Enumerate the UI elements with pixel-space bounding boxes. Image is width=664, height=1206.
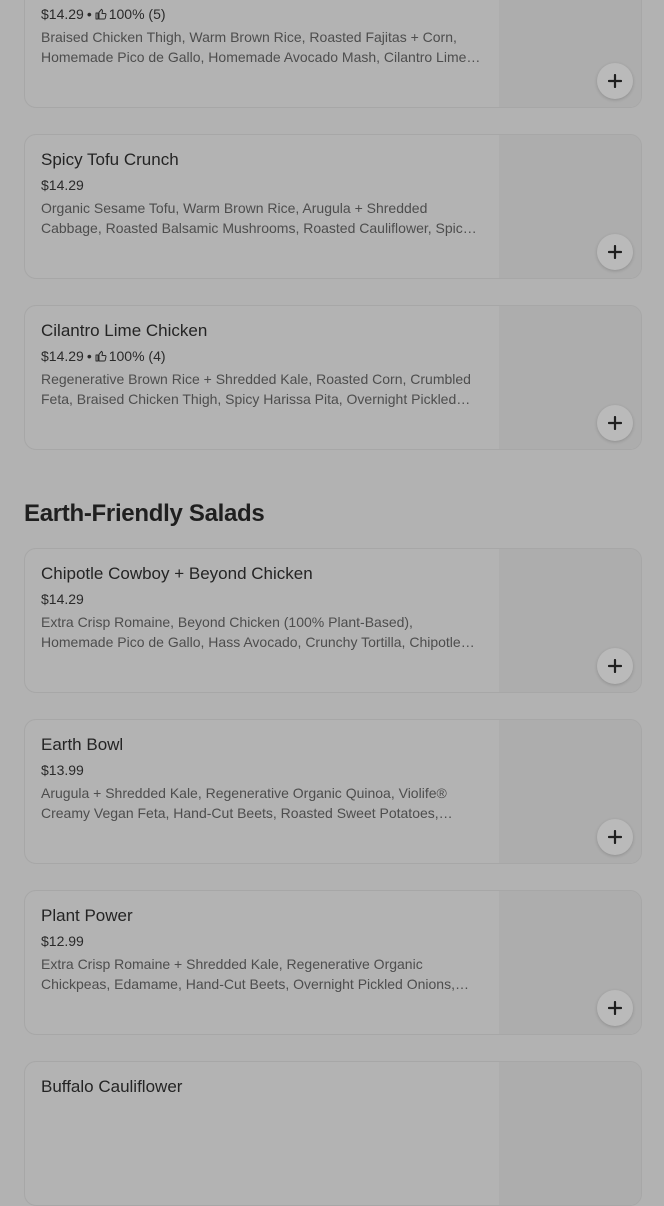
thumbs-up-icon [95, 350, 107, 362]
menu-item-card[interactable]: Earth Bowl $13.99 Arugula + Shredded Kal… [24, 719, 642, 864]
menu-item-rating: 100% (4) [108, 348, 166, 364]
menu-item-card[interactable]: Buffalo Cauliflower [24, 1061, 642, 1206]
menu-item-card[interactable]: Chipotle Cowboy + Beyond Chicken $14.29 … [24, 548, 642, 693]
menu-item-name: Plant Power [41, 906, 133, 925]
menu-item-meta: $13.99 [41, 761, 84, 779]
menu-item-name: Buffalo Cauliflower [41, 1077, 183, 1096]
meta-separator: • [86, 348, 92, 364]
add-item-button[interactable] [597, 63, 633, 99]
menu-item-price: $12.99 [41, 933, 84, 949]
plus-icon [608, 416, 622, 430]
menu-item-card[interactable]: $14.29 • 100% (5) Braised Chicken Thigh, W… [24, 0, 642, 108]
section-title-salads: Earth-Friendly Salads [24, 500, 265, 527]
add-item-button[interactable] [597, 648, 633, 684]
menu-item-description: Extra Crisp Romaine + Shredded Kale, Reg… [41, 956, 455, 992]
plus-icon [608, 74, 622, 88]
menu-item-price: $14.29 [41, 591, 84, 607]
menu-item-description: Braised Chicken Thigh, Warm Brown Rice, … [41, 29, 467, 65]
thumbs-up-icon [95, 8, 107, 20]
add-item-button[interactable] [597, 819, 633, 855]
menu-item-card[interactable]: Plant Power $12.99 Extra Crisp Romaine +… [24, 890, 642, 1035]
plus-icon [608, 830, 622, 844]
add-item-button[interactable] [597, 405, 633, 441]
meta-separator: • [86, 6, 92, 22]
menu-item-description: Arugula + Shredded Kale, Regenerative Or… [41, 785, 447, 821]
menu-item-rating: 100% (5) [108, 6, 166, 22]
add-item-button[interactable] [597, 234, 633, 270]
menu-item-price: $14.29 [41, 6, 84, 22]
menu-item-name: Spicy Tofu Crunch [41, 150, 179, 169]
menu-item-card[interactable]: Spicy Tofu Crunch $14.29 Organic Sesame … [24, 134, 642, 279]
menu-page: $14.29 • 100% (5) Braised Chicken Thigh, W… [0, 0, 664, 1206]
menu-item-meta: $14.29 [41, 176, 84, 194]
menu-item-description: Regenerative Brown Rice + Shredded Kale,… [41, 371, 471, 407]
menu-item-image [499, 1062, 641, 1205]
menu-item-name: Cilantro Lime Chicken [41, 321, 208, 340]
menu-item-name: Earth Bowl [41, 735, 124, 754]
plus-icon [608, 245, 622, 259]
menu-item-description: Organic Sesame Tofu, Warm Brown Rice, Ar… [41, 200, 470, 236]
menu-item-card[interactable]: Cilantro Lime Chicken $14.29 • 100% (4) Re… [24, 305, 642, 450]
plus-icon [608, 659, 622, 673]
plus-icon [608, 1001, 622, 1015]
menu-item-price: $14.29 [41, 348, 84, 364]
menu-item-name: Chipotle Cowboy + Beyond Chicken [41, 564, 313, 583]
add-item-button[interactable] [597, 990, 633, 1026]
menu-item-meta: $14.29 [41, 590, 84, 608]
menu-item-description: Extra Crisp Romaine, Beyond Chicken (100… [41, 614, 461, 650]
menu-item-meta: $14.29 • 100% (5) [41, 5, 166, 23]
menu-item-meta: $12.99 [41, 932, 84, 950]
menu-item-price: $14.29 [41, 177, 84, 193]
menu-item-price: $13.99 [41, 762, 84, 778]
menu-item-meta: $14.29 • 100% (4) [41, 347, 166, 365]
